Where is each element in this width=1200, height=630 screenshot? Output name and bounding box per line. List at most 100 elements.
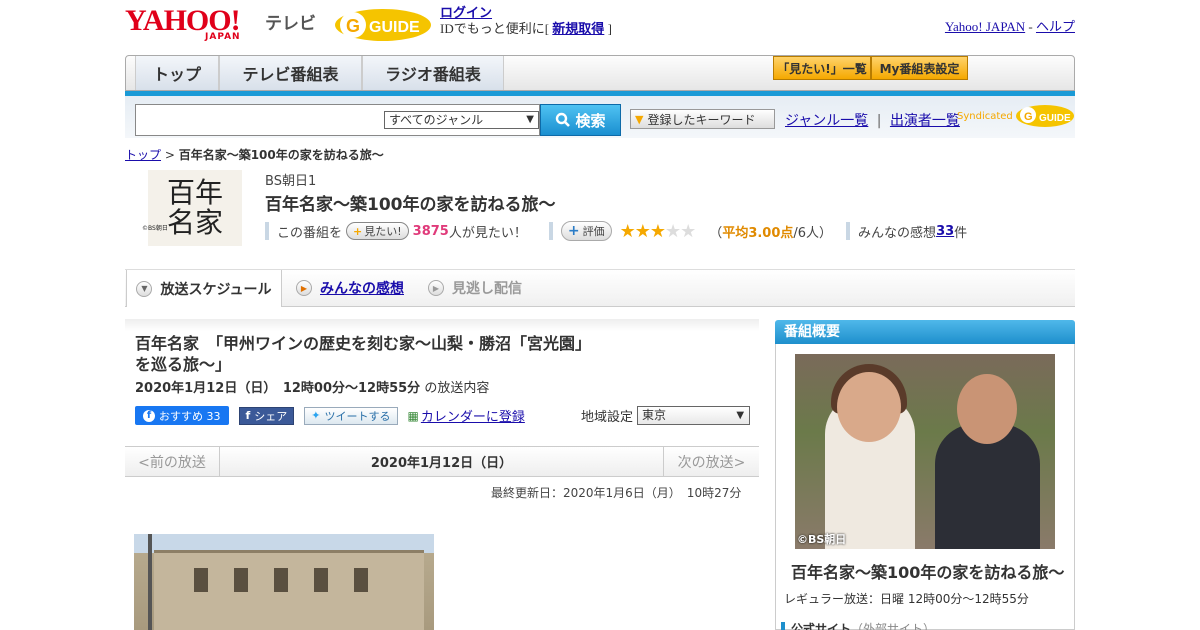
region-label: 地域設定	[581, 410, 634, 425]
cast-list-link[interactable]: 出演者一覧	[890, 113, 960, 129]
program-meta-row: この番組を + 見たい! 3875 人が見たい！ + 評価 ★★★★★ （平均3.0…	[265, 220, 967, 242]
nav-tab-radio-guide[interactable]: ラジオ番組表	[362, 56, 504, 90]
program-logo-image: 百年 名家 ©BS朝日	[142, 170, 242, 246]
syndicated-label: Syndicated	[957, 110, 1013, 122]
twitter-bird-icon: ✦	[311, 409, 321, 422]
star-filled-icon: ★	[634, 220, 651, 242]
tab-missed-stream[interactable]: ▶ 見逃し配信	[428, 270, 522, 306]
tweet-label: ツイートする	[324, 409, 391, 423]
genre-select[interactable]: すべてのジャンル ▼	[384, 111, 539, 129]
keyword-button[interactable]: ▼ 登録したキーワード	[630, 109, 775, 129]
reviews-count-link[interactable]: 33	[936, 224, 954, 239]
episode-date: 2020年1月12日（日） 12時00分～12時55分 の放送内容	[135, 377, 489, 396]
play-icon: ▶	[296, 280, 312, 296]
search-button[interactable]: 検索	[540, 104, 621, 136]
prev-broadcast-link[interactable]: <前の放送	[125, 447, 220, 476]
login-link[interactable]: ログイン	[440, 5, 492, 20]
help-link[interactable]: ヘルプ	[1036, 19, 1075, 34]
avg-open: （	[709, 225, 723, 241]
reviews-suffix: 件	[954, 225, 968, 241]
gguide-small-icon: G GUIDE	[1015, 105, 1074, 127]
meta-separator	[846, 222, 851, 240]
current-broadcast-date: 2020年1月12日（日）	[370, 456, 513, 471]
official-site-label: 公式サイト	[791, 622, 852, 630]
id-text-prefix: IDでもっと便利に[	[440, 21, 553, 36]
genre-list-link[interactable]: ジャンル一覧	[785, 113, 868, 129]
channel-name: BS朝日1	[265, 174, 317, 189]
calendar-label: カレンダーに登録	[420, 410, 525, 425]
sidebar-photo-credit: ©BS朝日	[797, 533, 847, 546]
meta-separator	[548, 222, 553, 240]
plus-icon: +	[353, 224, 363, 238]
search-link-divider: |	[876, 113, 882, 129]
facebook-icon: f	[143, 409, 155, 422]
breadcrumb: トップ > 百年名家～築100年の家を訪ねる旅～	[125, 146, 384, 163]
gguide-logo-icon: G GUIDE	[335, 9, 431, 41]
tab-schedule[interactable]: ▼ 放送スケジュール	[126, 270, 282, 307]
yahoo-logo-japan: JAPAN	[205, 32, 241, 42]
share-row: f おすすめ 33 f シェア ✦ ツイートする ▦ カレンダーに登録	[135, 406, 525, 425]
keyword-button-label: 登録したキーワード	[647, 112, 756, 127]
region-selected-value: 東京	[642, 408, 667, 422]
star-empty-icon: ★	[680, 220, 696, 242]
yahoo-japan-logo[interactable]: YAHOO! JAPAN	[125, 6, 260, 43]
tv-logo[interactable]: テレビ	[265, 9, 316, 34]
star-filled-icon: ★	[649, 220, 666, 242]
program-title: 百年名家～築100年の家を訪ねる旅～	[265, 195, 556, 215]
meta-separator	[265, 222, 269, 240]
gguide-logo[interactable]: G GUIDE	[333, 5, 433, 43]
calendar-icon: ▦	[407, 408, 419, 423]
photo-person-2-face	[957, 374, 1017, 444]
mitai-prefix: この番組を	[277, 225, 343, 241]
tab-reviews-label: みんなの感想	[320, 281, 404, 297]
mitai-count: 3875	[412, 223, 449, 239]
tab-missed-stream-label: 見逃し配信	[452, 281, 522, 297]
svg-text:GUIDE: GUIDE	[369, 19, 420, 36]
header-links: Yahoo! JAPAN - ヘルプ	[945, 16, 1075, 35]
region-select[interactable]: 東京 ▼	[637, 406, 751, 425]
yahoo-japan-link[interactable]: Yahoo! JAPAN	[945, 19, 1025, 34]
episode-date-time: 2020年1月12日（日） 12時00分～12時55分	[135, 381, 421, 396]
average-score: 平均3.00点	[722, 225, 794, 241]
program-logo-line-1: 百年	[166, 176, 223, 209]
nav-tab-tv-guide[interactable]: テレビ番組表	[219, 56, 362, 90]
header-link-separator: -	[1025, 19, 1036, 34]
chevron-down-icon: ▼	[736, 410, 745, 421]
program-logo-credit: ©BS朝日	[142, 225, 168, 232]
chevron-down-icon: ▼	[136, 280, 153, 297]
plus-icon: +	[567, 223, 580, 239]
genre-selected-value: すべてのジャンル	[389, 113, 484, 127]
next-broadcast-link[interactable]: 次の放送>	[663, 447, 759, 476]
episode-photo	[134, 534, 434, 630]
my-settings-button[interactable]: My番組表設定	[871, 56, 968, 80]
sidebar-regular-broadcast: レギュラー放送：日曜 12時00分～12時55分	[784, 592, 1029, 606]
photo-window	[314, 568, 328, 592]
photo-pole	[148, 534, 152, 630]
nav-tab-top[interactable]: トップ	[135, 56, 219, 90]
search-icon	[556, 112, 571, 127]
sidebar-official-site[interactable]: 公式サイト（外部サイト）	[781, 622, 935, 630]
mitai-list-button[interactable]: 「見たい!」一覧	[773, 56, 871, 80]
triangle-down-icon: ▼	[635, 112, 644, 126]
calendar-link[interactable]: ▦ カレンダーに登録	[407, 406, 525, 426]
tab-schedule-label: 放送スケジュール	[160, 281, 272, 298]
photo-window	[274, 568, 288, 592]
svg-text:G: G	[346, 16, 360, 36]
tweet-button[interactable]: ✦ ツイートする	[304, 406, 398, 425]
tab-reviews[interactable]: ▶ みんなの感想	[296, 270, 404, 306]
id-text-suffix: ]	[604, 21, 612, 36]
photo-window	[194, 568, 208, 592]
evaluate-button[interactable]: + 評価	[560, 221, 612, 241]
program-logo-line-2: 名家	[166, 206, 223, 239]
sidebar-heading: 番組概要	[775, 320, 1075, 344]
breadcrumb-top-link[interactable]: トップ	[125, 148, 161, 162]
facebook-recommend-button[interactable]: f おすすめ 33	[135, 406, 229, 425]
star-filled-icon: ★	[619, 220, 636, 242]
mitai-button[interactable]: + 見たい!	[346, 222, 409, 240]
chevron-down-icon: ▼	[526, 114, 534, 125]
facebook-share-button[interactable]: f シェア	[238, 406, 295, 425]
search-links: ジャンル一覧 | 出演者一覧	[785, 110, 960, 130]
region-setting: 地域設定 東京 ▼	[581, 406, 751, 425]
signup-link[interactable]: 新規取得	[552, 21, 604, 36]
search-button-label: 検索	[575, 111, 606, 130]
